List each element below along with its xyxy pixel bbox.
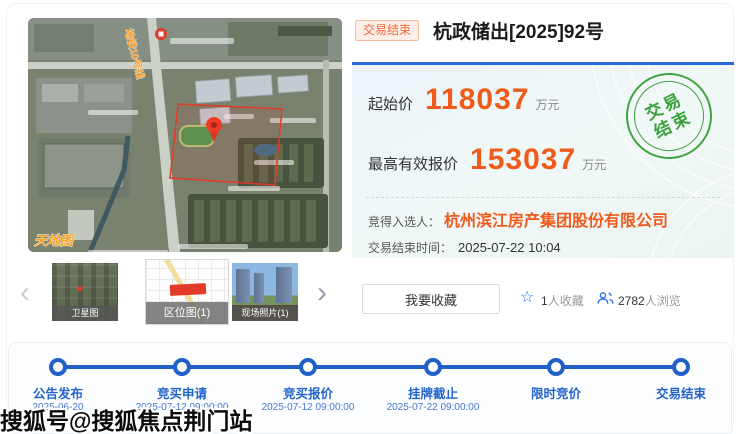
thumb-photo-tower [276,267,292,303]
view-count: 2782 人浏览 [618,292,681,309]
winner-row: 竞得入选人： 杭州滨江房产集团股份有限公司 [368,207,668,231]
sohu-watermark: 搜狐号@搜狐焦点荆门站 [0,402,252,434]
tianditu-logo: 天地图 [34,233,75,248]
timeline-step-date: 2025-07-12 09:00:00 [250,402,366,413]
highest-bid-value: 153037 [470,143,576,177]
view-count-suffix: 人浏览 [645,292,681,309]
parcel-outline [170,104,282,185]
thumb-photo-label: 现场照片(1) [232,306,298,321]
thumb-photo-tower [236,269,250,303]
winner-label: 竞得入选人： [368,213,440,230]
start-price-value: 118037 [425,83,529,117]
dashed-divider [366,197,720,198]
transaction-info-panel: 起始价 118037 万元 最高有效报价 153037 万元 交易 结束 竞得入… [352,62,734,258]
highest-bid-label: 最高有效报价 [368,153,458,174]
start-price-label: 起始价 [368,93,413,114]
timeline-node-limited [547,358,565,376]
thumb-satellite-label: 卫星图 [52,306,118,321]
timeline-line [58,365,681,369]
timeline-step-date: 2025-07-22 09:00:00 [375,402,491,413]
timeline-step-label: 公告发布 [8,383,108,402]
thumb-location-parcel [170,283,207,296]
timeline-node-closed [672,358,690,376]
thumb-location-map[interactable]: 区位图(1) [145,259,229,325]
thumbs-prev-arrow[interactable]: ‹ [20,278,30,308]
favorite-count[interactable]: 1 人收藏 [541,292,584,309]
highest-bid-row: 最高有效报价 153037 万元 [368,143,606,177]
winner-name: 杭州滨江房产集团股份有限公司 [444,207,668,231]
viewers-icon [597,291,614,305]
timeline-node-deadline [424,358,442,376]
satellite-map-image: 地铁10号线 天地图 [28,18,342,252]
thumb-photo-tower [254,273,264,303]
timeline-node-announce [49,358,67,376]
timeline-step-label: 限时竞价 [506,383,606,402]
timeline-step-label: 竞买申请 [132,383,232,402]
deal-closed-stamp: 交易 结束 [612,59,727,174]
favorite-count-suffix: 人收藏 [548,292,584,309]
status-badge: 交易结束 [355,20,419,41]
page-title: 杭政储出[2025]92号 [433,17,604,44]
thumbs-next-arrow[interactable]: › [317,278,327,308]
favorite-count-number: 1 [541,294,548,308]
satellite-map[interactable]: 地铁10号线 天地图 [28,18,342,252]
view-count-number: 2782 [618,294,645,308]
favorite-button[interactable]: 我要收藏 [362,284,500,314]
start-price-unit: 万元 [535,96,559,113]
highest-bid-unit: 万元 [582,156,606,173]
deal-closed-stamp-inner: 交易 结束 [622,69,716,163]
thumb-location-label: 区位图(1) [146,302,228,324]
timeline-step-label: 交易结束 [631,383,731,402]
star-icon[interactable]: ☆ [520,287,534,307]
hospital-icon [155,28,167,40]
thumb-site-photo[interactable]: 现场照片(1) [232,263,298,321]
end-time-row: 交易结束时间： 2025-07-22 10:04 [368,239,561,256]
timeline-step-label: 竞买报价 [258,383,358,402]
start-price-row: 起始价 118037 万元 [368,83,559,117]
timeline-step-label: 挂牌截止 [383,383,483,402]
timeline-node-bid [299,358,317,376]
end-time-value: 2025-07-22 10:04 [458,240,561,255]
thumb-satellite[interactable]: 卫星图 [52,263,118,321]
timeline-node-apply [173,358,191,376]
end-time-label: 交易结束时间： [368,239,452,256]
